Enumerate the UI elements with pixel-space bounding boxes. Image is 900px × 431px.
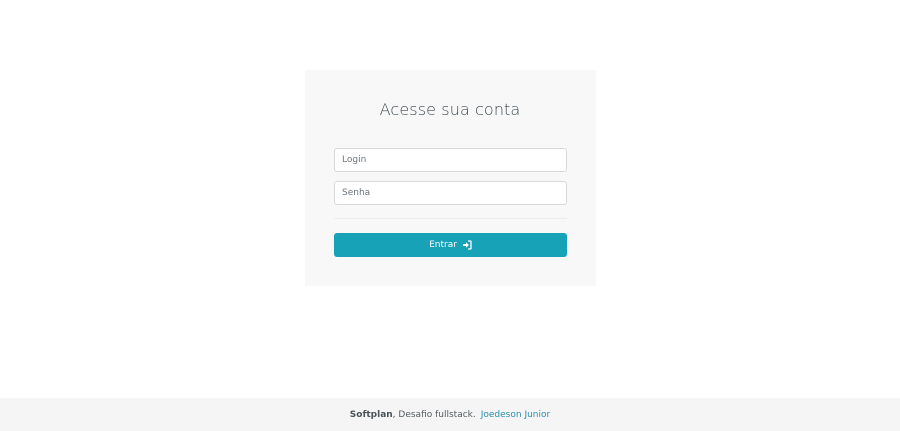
footer-brand: Softplan (349, 409, 393, 420)
login-title: Acesse sua conta (379, 100, 521, 119)
sign-in-icon (462, 240, 472, 250)
login-page: Acesse sua conta Entrar Softplan , Desaf… (0, 0, 900, 431)
password-input[interactable] (334, 181, 567, 205)
login-input[interactable] (334, 148, 567, 172)
form-divider (334, 218, 567, 219)
submit-button[interactable]: Entrar (334, 233, 567, 257)
author-link[interactable]: Joedeson Junior (481, 410, 550, 420)
submit-button-label: Entrar (429, 240, 457, 250)
footer: Softplan , Desafio fullstack. Joedeson J… (0, 398, 900, 431)
footer-text: , Desafio fullstack. (392, 409, 476, 420)
